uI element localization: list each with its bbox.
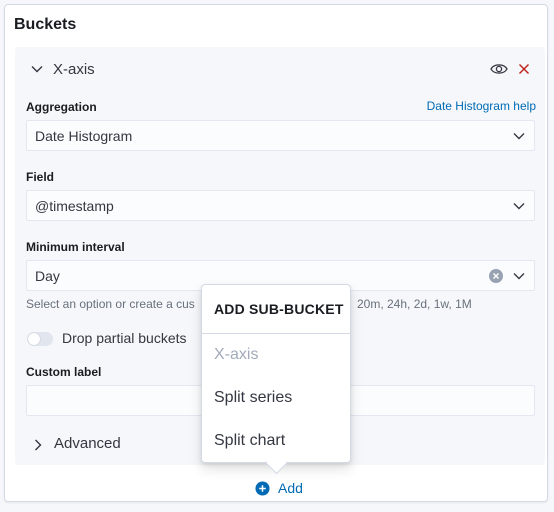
cross-icon[interactable] — [518, 63, 530, 75]
field-label: Field — [26, 170, 55, 184]
plus-circle-icon — [255, 480, 270, 496]
field-select[interactable]: @timestamp — [26, 190, 535, 221]
aggregation-select[interactable]: Date Histogram — [26, 120, 535, 151]
chevron-right-icon[interactable] — [33, 439, 43, 451]
minimum-interval-help-text-tail: 20m, 24h, 2d, 1w, 1M — [357, 297, 472, 311]
advanced-toggle[interactable]: Advanced — [54, 435, 121, 452]
menu-item-x-axis: X-axis — [214, 346, 259, 363]
aggregation-label: Aggregation — [26, 100, 97, 114]
add-button[interactable]: Add — [255, 479, 303, 497]
menu-item-split-series[interactable]: Split series — [214, 389, 292, 407]
accordion-header[interactable]: X-axis — [15, 47, 545, 91]
add-sub-bucket-popover: ADD SUB-BUCKET X-axis Split series Split… — [201, 284, 351, 475]
minimum-interval-label: Minimum interval — [26, 240, 125, 254]
chevron-down-icon[interactable] — [31, 63, 43, 75]
chevron-down-icon[interactable] — [513, 270, 525, 282]
aggregation-value: Date Histogram — [35, 127, 133, 144]
panel-title: Buckets — [14, 16, 77, 33]
popover-title: ADD SUB-BUCKET — [214, 301, 344, 317]
eye-icon[interactable] — [490, 62, 508, 76]
chevron-down-icon — [513, 203, 525, 210]
custom-label-label: Custom label — [26, 365, 102, 379]
chevron-down-icon — [513, 133, 525, 140]
menu-item-split-chart[interactable]: Split chart — [214, 432, 285, 450]
accordion-title: X-axis — [53, 61, 95, 78]
divider — [202, 333, 350, 334]
date-histogram-help-link[interactable]: Date Histogram help — [427, 99, 536, 113]
add-button-label: Add — [278, 480, 303, 496]
drop-partial-buckets-switch[interactable] — [27, 332, 53, 346]
minimum-interval-help-text: Select an option or create a cus — [26, 297, 195, 311]
minimum-interval-value: Day — [35, 267, 60, 284]
drop-partial-buckets-label[interactable]: Drop partial buckets — [62, 330, 187, 346]
clear-icon[interactable] — [489, 269, 503, 283]
switch-knob — [28, 333, 40, 345]
field-value: @timestamp — [35, 197, 114, 214]
